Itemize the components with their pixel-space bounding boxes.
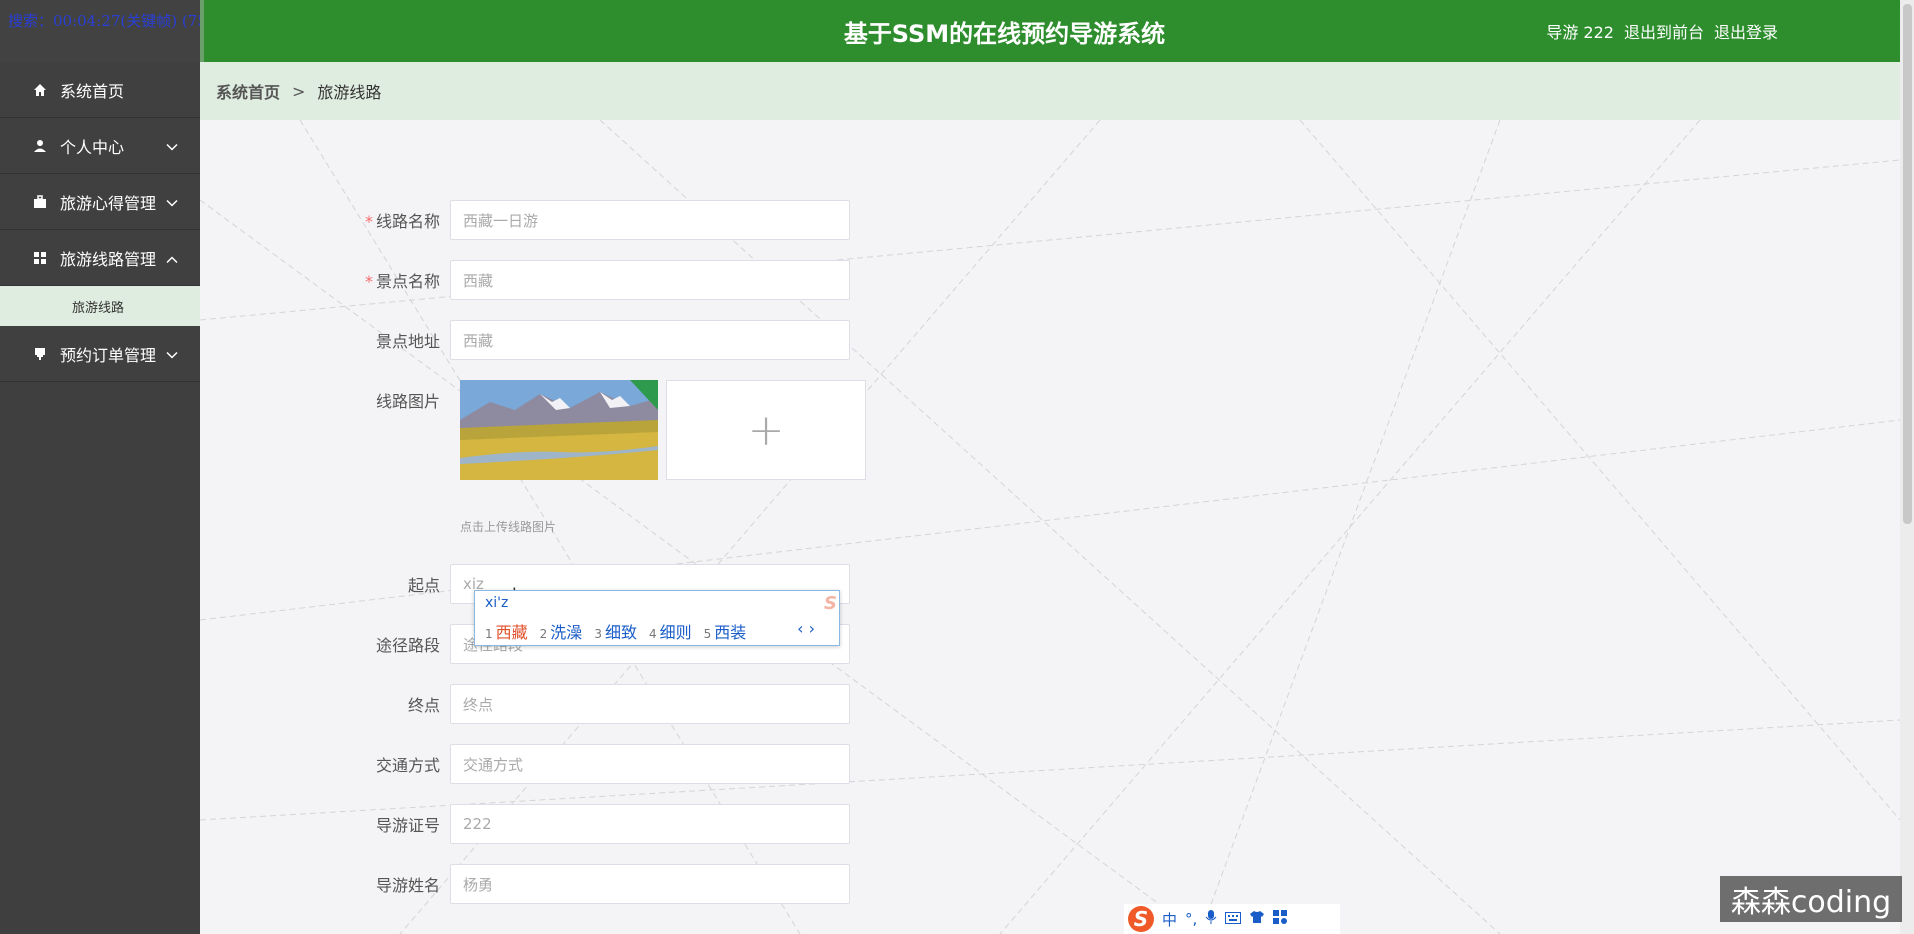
form-row-transport: 交通方式 交通方式 bbox=[200, 744, 850, 784]
current-user: 导游 222 bbox=[1546, 23, 1614, 42]
guide-license-label: 导游证号 bbox=[375, 816, 440, 835]
breadcrumb-home[interactable]: 系统首页 bbox=[216, 79, 280, 103]
sidebar-top: 搜索：00:04:27(关键帧) (75%) bbox=[0, 0, 227, 62]
sidebar-item-label: 旅游心得管理 bbox=[60, 193, 157, 213]
ime-pager[interactable]: ‹ › bbox=[797, 619, 815, 638]
home-icon bbox=[32, 82, 48, 98]
user-icon bbox=[32, 138, 48, 154]
image-upload-button[interactable]: + bbox=[666, 380, 866, 480]
transport-label: 交通方式 bbox=[375, 756, 440, 775]
microphone-icon[interactable] bbox=[1205, 909, 1217, 929]
sidebar-item-label: 个人中心 bbox=[60, 137, 125, 157]
spot-name-input[interactable]: 西藏 bbox=[450, 260, 850, 300]
ime-candidate-popup: xi'z 1 西藏 2 洗澡 3 细致 4 细则 5 西装 ‹ › S bbox=[474, 590, 840, 646]
required-mark: * bbox=[364, 272, 373, 291]
guide-name-input[interactable]: 杨勇 bbox=[450, 864, 850, 904]
sidebar: 搜索：00:04:27(关键帧) (75%) 系统首页 个人中心 旅游心得管理 … bbox=[0, 0, 227, 934]
ime-mode-toggle[interactable]: 中 bbox=[1162, 909, 1177, 930]
route-name-input[interactable]: 西藏一日游 bbox=[450, 200, 850, 240]
chevron-down-icon bbox=[166, 192, 178, 211]
scrollbar-thumb[interactable] bbox=[1903, 4, 1912, 524]
chevron-up-icon bbox=[166, 248, 178, 267]
sidebar-item-routes[interactable]: 旅游线路管理 bbox=[0, 230, 200, 286]
upload-hint: 点击上传线路图片 bbox=[460, 520, 557, 534]
route-name-label: 线路名称 bbox=[375, 212, 440, 231]
via-label: 途径路段 bbox=[375, 636, 440, 655]
form-row-guide-name: 导游姓名 杨勇 bbox=[200, 864, 850, 904]
transport-input[interactable]: 交通方式 bbox=[450, 744, 850, 784]
top-header: 基于SSM的在线预约导游系统 导游 222 退出到前台 退出登录 bbox=[200, 0, 1900, 62]
spot-name-label: 景点名称 bbox=[375, 272, 440, 291]
watermark: 森森coding bbox=[1720, 876, 1902, 922]
sidebar-item-experience[interactable]: 旅游心得管理 bbox=[0, 174, 200, 230]
main-content: * 线路名称 西藏一日游 * 景点名称 西藏 景点地址 西藏 线路图片 + 点击上传… bbox=[200, 120, 1900, 934]
sidebar-item-profile[interactable]: 个人中心 bbox=[0, 118, 200, 174]
sidebar-item-home[interactable]: 系统首页 bbox=[0, 62, 200, 118]
breadcrumb-separator: > bbox=[292, 81, 306, 101]
ime-candidate[interactable]: 2 洗澡 bbox=[540, 619, 583, 643]
end-label: 终点 bbox=[407, 696, 440, 715]
page-scrollbar[interactable] bbox=[1900, 0, 1914, 934]
ime-candidate[interactable]: 4 细则 bbox=[649, 619, 692, 643]
form-row-spot-address: 景点地址 西藏 bbox=[200, 320, 850, 360]
route-image-thumbnail[interactable] bbox=[460, 380, 658, 480]
spot-address-label: 景点地址 bbox=[375, 332, 440, 351]
guide-license-input[interactable]: 222 bbox=[450, 804, 850, 844]
back-to-front-link[interactable]: 退出到前台 bbox=[1624, 19, 1704, 43]
form-row-route-name: * 线路名称 西藏一日游 bbox=[200, 200, 850, 240]
end-input[interactable]: 终点 bbox=[450, 684, 850, 724]
ime-candidate[interactable]: 1 西藏 bbox=[485, 619, 528, 643]
form-row-end: 终点 终点 bbox=[200, 684, 850, 724]
breadcrumb: 系统首页 > 旅游线路 bbox=[200, 62, 1900, 120]
ime-logo-icon: S bbox=[824, 593, 837, 614]
form-row-spot-name: * 景点名称 西藏 bbox=[200, 260, 850, 300]
ime-toolbar: S 中 °, bbox=[1124, 904, 1340, 934]
logout-link[interactable]: 退出登录 bbox=[1714, 19, 1778, 43]
route-image-label: 线路图片 bbox=[375, 392, 440, 411]
apps-icon[interactable] bbox=[1273, 910, 1288, 928]
stamp-icon bbox=[32, 346, 48, 362]
punctuation-icon[interactable]: °, bbox=[1185, 910, 1197, 928]
ime-candidate[interactable]: 5 西装 bbox=[704, 619, 747, 643]
spot-address-input[interactable]: 西藏 bbox=[450, 320, 850, 360]
form-row-guide-license: 导游证号 222 bbox=[200, 804, 850, 844]
ime-candidate[interactable]: 3 细致 bbox=[594, 619, 637, 643]
start-label: 起点 bbox=[407, 576, 440, 595]
guide-name-label: 导游姓名 bbox=[375, 876, 440, 895]
chevron-down-icon bbox=[166, 344, 178, 363]
sidebar-subitem-routes[interactable]: 旅游线路 bbox=[0, 286, 200, 326]
chevron-down-icon bbox=[166, 136, 178, 155]
ime-composition: xi'z bbox=[485, 595, 509, 611]
breadcrumb-current: 旅游线路 bbox=[317, 83, 382, 102]
sidebar-item-label: 预约订单管理 bbox=[60, 345, 157, 365]
required-mark: * bbox=[364, 212, 373, 231]
keyboard-icon[interactable] bbox=[1225, 910, 1242, 928]
sidebar-item-orders[interactable]: 预约订单管理 bbox=[0, 326, 200, 382]
grid-icon bbox=[32, 250, 48, 266]
briefcase-icon bbox=[32, 194, 48, 210]
sidebar-item-label: 旅游线路管理 bbox=[60, 249, 157, 269]
recording-overlay: 搜索：00:04:27(关键帧) (75%) bbox=[8, 12, 227, 30]
skin-icon[interactable] bbox=[1249, 910, 1265, 928]
sidebar-item-label: 系统首页 bbox=[60, 81, 125, 101]
sogou-logo-icon[interactable]: S bbox=[1128, 906, 1154, 932]
